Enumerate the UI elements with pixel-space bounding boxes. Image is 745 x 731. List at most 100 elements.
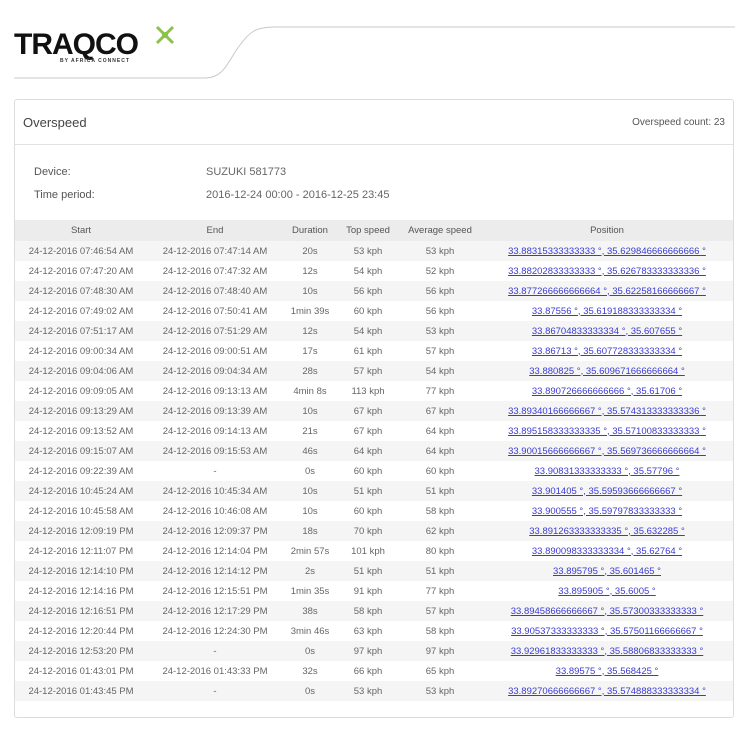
- end-cell: 24-12-2016 12:15:51 PM: [162, 585, 268, 597]
- start-cell: 24-12-2016 09:13:52 AM: [28, 425, 134, 437]
- column-header-position[interactable]: Position: [481, 220, 733, 241]
- logo-tagline: BY AFRICA CONNECT: [60, 58, 130, 64]
- average-speed-cell: 64 kph: [425, 445, 455, 457]
- average-speed-cell: 58 kph: [425, 625, 455, 637]
- end-cell: 24-12-2016 01:43:33 PM: [162, 665, 268, 677]
- top-speed-cell: 60 kph: [353, 505, 383, 517]
- end-cell: -: [213, 685, 217, 697]
- top-speed-cell: 113 kph: [351, 385, 385, 397]
- average-speed-cell: 60 kph: [425, 465, 455, 477]
- average-speed-cell: 51 kph: [425, 485, 455, 497]
- top-speed-cell: 64 kph: [353, 445, 383, 457]
- top-speed-cell: 67 kph: [353, 405, 383, 417]
- start-cell: 24-12-2016 12:53:20 PM: [28, 645, 134, 657]
- position-link[interactable]: 33.895158333333335 °, 35.57100833333333 …: [508, 426, 706, 437]
- duration-cell: 2s: [304, 565, 316, 577]
- report-title: Overspeed: [23, 115, 87, 130]
- column-header-end[interactable]: End: [147, 220, 283, 241]
- position-link[interactable]: 33.890098333333334 °, 35.62764 °: [532, 546, 682, 557]
- end-cell: 24-12-2016 07:47:32 AM: [162, 265, 268, 277]
- overspeed-table: Start End Duration Top speed Average spe…: [15, 220, 733, 701]
- top-speed-cell: 91 kph: [353, 585, 383, 597]
- position-link[interactable]: 33.895795 °, 35.601465 °: [553, 566, 661, 577]
- logo-text: TRAQCO: [14, 28, 139, 61]
- position-cell: 33.88315333333333 °, 35.629846666666666 …: [481, 241, 733, 261]
- duration-cell: 0s: [304, 645, 316, 657]
- device-value: SUZUKI 581773: [206, 166, 287, 178]
- position-link[interactable]: 33.895905 °, 35.6005 °: [558, 586, 655, 597]
- top-speed-cell: 51 kph: [353, 485, 383, 497]
- top-speed-cell: 54 kph: [353, 325, 383, 337]
- end-cell: 24-12-2016 09:04:34 AM: [162, 365, 268, 377]
- position-cell: 33.86704833333334 °, 35.607655 °: [481, 321, 733, 341]
- position-link[interactable]: 33.90537333333333 °, 35.57501166666667 °: [511, 626, 703, 637]
- start-cell: 24-12-2016 07:47:20 AM: [28, 265, 134, 277]
- table-row: 24-12-2016 10:45:58 AM 24-12-2016 10:46:0…: [15, 501, 733, 521]
- position-cell: 33.890098333333334 °, 35.62764 °: [481, 541, 733, 561]
- position-link[interactable]: 33.88315333333333 °, 35.629846666666666 …: [508, 246, 706, 257]
- average-speed-cell: 77 kph: [425, 385, 455, 397]
- top-speed-cell: 51 kph: [353, 565, 383, 577]
- overspeed-report-panel: Overspeed Overspeed count: 23 Device: SU…: [14, 99, 734, 718]
- position-link[interactable]: 33.89270666666667 °, 35.574888333333334 …: [508, 686, 706, 697]
- position-cell: 33.89270666666667 °, 35.574888333333334 …: [481, 681, 733, 701]
- start-cell: 24-12-2016 07:46:54 AM: [28, 245, 134, 257]
- start-cell: 24-12-2016 12:09:19 PM: [28, 525, 134, 537]
- duration-cell: 0s: [304, 685, 316, 697]
- duration-cell: 10s: [302, 405, 318, 417]
- table-row: 24-12-2016 01:43:45 PM - 0s 53 kph 53 kph 33.…: [15, 681, 733, 701]
- position-cell: 33.86713 °, 35.607728333333334 °: [481, 341, 733, 361]
- start-cell: 24-12-2016 12:14:16 PM: [28, 585, 134, 597]
- position-link[interactable]: 33.890726666666666 °, 35.61706 °: [532, 386, 682, 397]
- top-speed-cell: 58 kph: [353, 605, 383, 617]
- column-header-duration[interactable]: Duration: [283, 220, 337, 241]
- end-cell: 24-12-2016 07:51:29 AM: [162, 325, 268, 337]
- average-speed-cell: 65 kph: [425, 665, 455, 677]
- position-cell: 33.880825 °, 35.609671666666664 °: [481, 361, 733, 381]
- end-cell: 24-12-2016 09:13:39 AM: [162, 405, 268, 417]
- top-speed-cell: 53 kph: [353, 245, 383, 257]
- position-link[interactable]: 33.90831333333333 °, 35.57796 °: [535, 466, 680, 477]
- duration-cell: 1min 35s: [290, 585, 330, 597]
- position-link[interactable]: 33.86713 °, 35.607728333333334 °: [532, 346, 682, 357]
- average-speed-cell: 58 kph: [425, 505, 455, 517]
- position-cell: 33.895158333333335 °, 35.57100833333333 …: [481, 421, 733, 441]
- brand-logo[interactable]: TRAQCO: [14, 28, 139, 62]
- duration-cell: 38s: [302, 605, 318, 617]
- duration-cell: 12s: [302, 325, 318, 337]
- position-link[interactable]: 33.89340166666667 °, 35.574313333333336 …: [508, 406, 706, 417]
- duration-cell: 12s: [302, 265, 318, 277]
- position-link[interactable]: 33.880825 °, 35.609671666666664 °: [529, 366, 685, 377]
- page-header: TRAQCO BY AFRICA CONNECT: [0, 0, 745, 90]
- duration-cell: 28s: [302, 365, 318, 377]
- position-link[interactable]: 33.901405 °, 35.59593666666667 °: [532, 486, 682, 497]
- position-link[interactable]: 33.891263333333335 °, 35.632285 °: [529, 526, 685, 537]
- start-cell: 24-12-2016 09:15:07 AM: [28, 445, 134, 457]
- position-link[interactable]: 33.900555 °, 35.59797833333333 °: [532, 506, 682, 517]
- position-link[interactable]: 33.89458666666667 °, 35.57300333333333 °: [511, 606, 704, 617]
- start-cell: 24-12-2016 09:13:29 AM: [28, 405, 134, 417]
- report-info: Device: SUZUKI 581773 Time period: 2016-…: [15, 145, 733, 221]
- position-cell: 33.900555 °, 35.59797833333333 °: [481, 501, 733, 521]
- duration-cell: 2min 57s: [290, 545, 330, 557]
- duration-cell: 10s: [302, 285, 318, 297]
- top-speed-cell: 61 kph: [353, 345, 383, 357]
- position-link[interactable]: 33.88202833333333 °, 35.626783333333336 …: [508, 266, 706, 277]
- column-header-top-speed[interactable]: Top speed: [337, 220, 399, 241]
- start-cell: 24-12-2016 01:43:01 PM: [28, 665, 134, 677]
- position-link[interactable]: 33.89575 °, 35.568425 °: [556, 666, 659, 677]
- position-link[interactable]: 33.87556 °, 35.619188333333334 °: [532, 306, 682, 317]
- position-cell: 33.901405 °, 35.59593666666667 °: [481, 481, 733, 501]
- position-link[interactable]: 33.90015666666667 °, 35.569736666666664 …: [508, 446, 706, 457]
- column-header-average-speed[interactable]: Average speed: [399, 220, 481, 241]
- table-header-row: Start End Duration Top speed Average spe…: [15, 220, 733, 241]
- position-cell: 33.90831333333333 °, 35.57796 °: [481, 461, 733, 481]
- column-header-start[interactable]: Start: [15, 220, 147, 241]
- position-link[interactable]: 33.877266666666664 °, 35.62258166666667 …: [508, 286, 706, 297]
- position-link[interactable]: 33.92961833333333 °, 35.58806833333333 °: [511, 646, 704, 657]
- position-link[interactable]: 33.86704833333334 °, 35.607655 °: [532, 326, 682, 337]
- average-speed-cell: 97 kph: [425, 645, 455, 657]
- duration-cell: 20s: [302, 245, 318, 257]
- table-row: 24-12-2016 12:16:51 PM 24-12-2016 12:17:2…: [15, 601, 733, 621]
- top-speed-cell: 63 kph: [353, 625, 383, 637]
